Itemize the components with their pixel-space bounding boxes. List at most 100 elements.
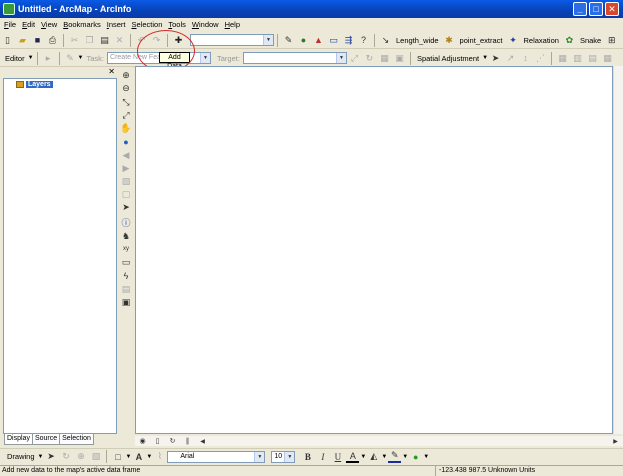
spatial-adjustment-menu[interactable]: Spatial Adjustment [417, 54, 479, 63]
menu-selection[interactable]: Selection [132, 20, 163, 29]
zoom-whole-page-icon[interactable]: ⊕ [74, 450, 87, 463]
map-scale-combo[interactable] [190, 34, 274, 46]
zoom-in-icon[interactable]: ⊕ [120, 70, 133, 81]
marker-color-dropdown-icon[interactable]: ▼ [423, 454, 429, 460]
extra-tool-icon[interactable]: ⊞ [605, 34, 618, 47]
cut-icon[interactable]: ✂ [68, 34, 81, 47]
line-color-icon[interactable]: ✎ [388, 450, 402, 463]
vertical-scrollbar[interactable] [613, 66, 623, 434]
italic-button[interactable]: I [316, 450, 329, 463]
pan-hand-icon[interactable]: ✋ [120, 123, 133, 134]
next-extent-icon[interactable]: ▶ [120, 163, 133, 174]
model-builder-icon[interactable]: ⇶ [342, 34, 355, 47]
command-line-icon[interactable]: ▭ [327, 34, 340, 47]
editor-dropdown-icon[interactable]: ▼ [28, 55, 34, 61]
scroll-left-icon[interactable]: ◀ [196, 435, 209, 448]
line-color-dropdown-icon[interactable]: ▼ [402, 454, 408, 460]
fill-color-dropdown-icon[interactable]: ▼ [381, 454, 387, 460]
fixed-zoom-out-icon[interactable]: ⤢ [120, 110, 133, 121]
arctoolbox-icon[interactable]: ● [297, 34, 310, 47]
toc-tree[interactable]: Layers [3, 78, 117, 434]
new-text-icon[interactable]: A [132, 450, 145, 463]
point-extract-tool[interactable]: point_extract [460, 36, 503, 45]
split-tool-icon[interactable]: ⤢ [348, 52, 361, 65]
attributes-icon[interactable]: ▦ [378, 52, 391, 65]
menu-insert[interactable]: Insert [107, 20, 126, 29]
close-button[interactable]: ✕ [605, 2, 619, 16]
select-elements-draw-icon[interactable]: ➤ [44, 450, 57, 463]
refresh-view-icon[interactable]: ↻ [166, 435, 179, 448]
snake-tool-icon[interactable]: ✿ [563, 34, 576, 47]
relaxation-tool[interactable]: Relaxation [524, 36, 559, 45]
text-dropdown-icon[interactable]: ▼ [146, 454, 152, 460]
copy-icon[interactable]: ❐ [83, 34, 96, 47]
target-combo[interactable] [242, 52, 347, 64]
arccatalog-icon[interactable]: ▲ [312, 34, 325, 47]
drawing-dropdown-icon[interactable]: ▼ [38, 454, 44, 460]
menu-edit[interactable]: Edit [22, 20, 35, 29]
maximize-button[interactable]: □ [589, 2, 603, 16]
tab-display[interactable]: Display [4, 434, 33, 445]
delete-icon[interactable]: ✕ [113, 34, 126, 47]
html-popup-icon[interactable]: ▤ [120, 284, 133, 295]
adjustment-extra-icon[interactable]: ▤ [586, 52, 599, 65]
font-name-combo[interactable]: Arial [167, 450, 266, 463]
find-binoculars-icon[interactable]: ♞ [120, 231, 133, 242]
create-viewer-window-icon[interactable]: ▣ [120, 297, 133, 308]
menu-bookmarks[interactable]: Bookmarks [63, 20, 101, 29]
underline-button[interactable]: U [331, 450, 344, 463]
new-displacement-link-icon[interactable]: ↗ [504, 52, 517, 65]
whats-this-icon[interactable]: ? [357, 34, 370, 47]
length-wide-tool[interactable]: Length_wide [396, 36, 439, 45]
go-to-xy-icon[interactable]: xy [120, 244, 133, 255]
length-wide-tool-icon[interactable]: ↘ [379, 34, 392, 47]
multi-link-icon[interactable]: ⋰ [534, 52, 547, 65]
rotate-tool-icon[interactable]: ↻ [363, 52, 376, 65]
minimize-button[interactable]: _ [573, 2, 587, 16]
select-elements-icon[interactable]: ➤ [489, 52, 502, 65]
fixed-zoom-in-icon[interactable]: ⤡ [120, 96, 133, 107]
editor-menu-button[interactable]: Editor [5, 54, 25, 63]
edit-vertices-icon[interactable]: ⌇ [153, 450, 166, 463]
font-size-combo[interactable]: 10 [271, 450, 296, 463]
menu-view[interactable]: View [41, 20, 57, 29]
font-color-button[interactable]: A [346, 450, 360, 463]
sketch-tool-icon[interactable]: ✎ [64, 52, 77, 65]
open-folder-icon[interactable]: ▰ [16, 34, 29, 47]
menu-file[interactable]: File [4, 20, 16, 29]
hyperlink-icon[interactable]: ϟ [120, 270, 133, 281]
rectangle-tool-icon[interactable]: □ [111, 450, 124, 463]
map-display-area[interactable] [135, 66, 613, 434]
rotate-draw-icon[interactable]: ↻ [59, 450, 72, 463]
point-extract-tool-icon[interactable]: ✱ [443, 34, 456, 47]
edit-tool-icon[interactable]: ▸ [42, 52, 55, 65]
clear-selection-icon[interactable]: ▢ [120, 189, 133, 200]
paste-icon[interactable]: ▤ [98, 34, 111, 47]
drawing-menu-button[interactable]: Drawing [7, 452, 35, 461]
full-extent-globe-icon[interactable]: ● [120, 136, 133, 147]
editor-toolbar-icon[interactable]: ✎ [282, 34, 295, 47]
modify-link-icon[interactable]: ↕ [519, 52, 532, 65]
previous-extent-icon[interactable]: ◀ [120, 149, 133, 160]
menu-window[interactable]: Window [192, 20, 219, 29]
spatial-adjustment-dropdown-icon[interactable]: ▼ [482, 55, 488, 61]
horizontal-scrollbar[interactable] [210, 437, 608, 445]
pause-drawing-icon[interactable]: ∥ [181, 435, 194, 448]
data-view-icon[interactable]: ◉ [136, 435, 149, 448]
tab-source[interactable]: Source [31, 434, 61, 445]
snake-tool[interactable]: Snake [580, 36, 601, 45]
marker-color-icon[interactable]: ● [409, 450, 422, 463]
fill-color-icon[interactable]: ◭ [367, 450, 380, 463]
data-frame-node[interactable]: Layers [16, 81, 53, 88]
tab-selection[interactable]: Selection [59, 434, 94, 445]
data-frame-label[interactable]: Layers [26, 81, 53, 88]
toc-close-icon[interactable]: ✕ [108, 67, 115, 76]
zoom-selected-icon[interactable]: ▧ [89, 450, 102, 463]
layout-view-icon[interactable]: ▯ [151, 435, 164, 448]
measure-icon[interactable]: ▭ [120, 257, 133, 268]
scroll-right-icon[interactable]: ▶ [609, 435, 622, 448]
relaxation-tool-icon[interactable]: ✦ [507, 34, 520, 47]
save-icon[interactable]: ■ [31, 34, 44, 47]
adjustment-grid-icon[interactable]: ▦ [601, 52, 614, 65]
print-icon[interactable]: ⎙ [46, 34, 59, 47]
